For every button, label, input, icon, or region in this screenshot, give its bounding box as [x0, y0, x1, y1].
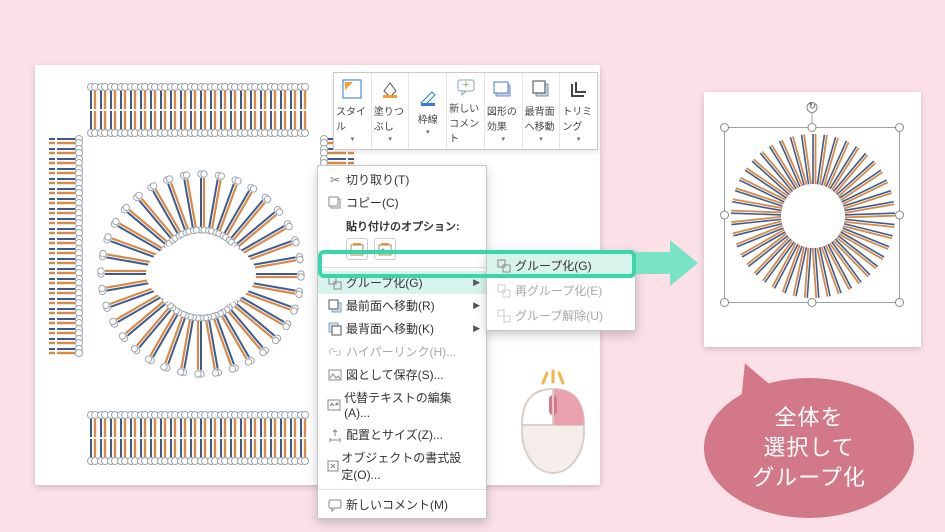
- menu-label: 新しいコメント(M): [346, 496, 448, 513]
- ribbon-send-back[interactable]: 最背面へ移動 ▾: [523, 73, 561, 149]
- ribbon-style[interactable]: スタイル ▾: [334, 73, 372, 149]
- menu-bring-front[interactable]: 最前面へ移動(R) ▶: [318, 294, 486, 317]
- comment-icon: [324, 498, 346, 512]
- menu-label: ハイパーリンク(H)...: [346, 343, 456, 360]
- svg-text:+: +: [462, 79, 468, 91]
- context-menu: ✂ 切り取り(T) コピー(C) 貼り付けのオプション: グループ化(G) ▶ …: [317, 165, 487, 519]
- submenu-group[interactable]: グループ化(G): [487, 253, 635, 278]
- callout-bubble: 全体を 選択して グループ化: [680, 350, 930, 530]
- submenu-regroup: 再グループ化(E): [487, 278, 635, 303]
- menu-hyperlink: ハイパーリンク(H)...: [318, 340, 486, 363]
- regroup-icon: [493, 284, 515, 298]
- membrane-illustration: [49, 79, 354, 469]
- ribbon-effects[interactable]: 図形の効果 ▾: [485, 73, 523, 149]
- chevron-right-icon: ▶: [473, 300, 480, 311]
- link-icon: [324, 345, 346, 359]
- copy-icon: [324, 196, 346, 210]
- bring-front-icon: [324, 299, 346, 313]
- group-icon: [493, 259, 515, 273]
- ribbon-label: トリミング: [562, 103, 595, 133]
- menu-label: 最前面へ移動(R): [346, 297, 435, 314]
- paste-option-source[interactable]: [346, 238, 368, 260]
- menu-cut[interactable]: ✂ 切り取り(T): [318, 168, 486, 191]
- menu-label: 切り取り(T): [346, 171, 409, 188]
- ribbon-label: 図形の効果: [487, 103, 520, 133]
- ribbon-fill[interactable]: 塗りつぶし ▾: [372, 73, 410, 149]
- alt-text-icon: [324, 398, 344, 412]
- group-icon: [324, 276, 346, 290]
- menu-size-position[interactable]: 配置とサイズ(Z)...: [318, 423, 486, 446]
- send-back-icon: [324, 322, 346, 336]
- menu-label: グループ化(G): [346, 274, 423, 291]
- ribbon-trimming[interactable]: トリミング ▾: [560, 73, 597, 149]
- picture-icon: [324, 368, 346, 382]
- menu-label: コピー(C): [346, 194, 399, 211]
- ribbon-label: 枠線: [418, 111, 438, 126]
- menu-label: 図として保存(S)...: [346, 366, 444, 383]
- ribbon-label: 新しいコメント: [449, 100, 482, 145]
- chevron-right-icon: ▶: [473, 323, 480, 334]
- paste-options-header: 貼り付けのオプション:: [318, 214, 486, 236]
- radial-burst-illustration: [725, 128, 901, 304]
- menu-group[interactable]: グループ化(G) ▶: [318, 271, 486, 294]
- menu-save-as-picture[interactable]: 図として保存(S)...: [318, 363, 486, 386]
- ribbon-outline[interactable]: 枠線 ▾: [409, 73, 447, 149]
- menu-new-comment[interactable]: 新しいコメント(M): [318, 493, 486, 516]
- menu-label: オブジェクトの書式設定(O)...: [341, 449, 466, 483]
- menu-format-object[interactable]: オブジェクトの書式設定(O)...: [318, 446, 486, 486]
- scissors-icon: ✂: [324, 173, 346, 187]
- rotation-handle[interactable]: [807, 102, 818, 113]
- selection-box[interactable]: [724, 127, 900, 303]
- mouse-illustration: [513, 365, 593, 475]
- submenu-ungroup: グループ解除(U): [487, 303, 635, 328]
- ribbon-label: 最背面へ移動: [525, 103, 558, 133]
- ribbon-new-comment[interactable]: + 新しいコメント: [447, 73, 485, 149]
- menu-label: 再グループ化(E): [515, 282, 602, 299]
- size-icon: [324, 428, 346, 442]
- menu-label: 配置とサイズ(Z)...: [346, 426, 443, 443]
- menu-label: グループ化(G): [515, 257, 592, 274]
- callout-text: 全体を 選択して グループ化: [752, 403, 866, 492]
- menu-alt-text[interactable]: 代替テキストの編集(A)...: [318, 386, 486, 423]
- ribbon-label: 塗りつぶし: [374, 103, 407, 133]
- group-submenu: グループ化(G) 再グループ化(E) グループ解除(U): [486, 250, 636, 331]
- menu-copy[interactable]: コピー(C): [318, 191, 486, 214]
- ribbon-label: スタイル: [336, 103, 369, 133]
- format-icon: [324, 459, 341, 473]
- ungroup-icon: [493, 309, 515, 323]
- paste-options-row: [318, 236, 486, 264]
- menu-send-back[interactable]: 最背面へ移動(K) ▶: [318, 317, 486, 340]
- right-result-panel: [704, 92, 921, 347]
- menu-label: 最背面へ移動(K): [346, 320, 434, 337]
- menu-label: グループ解除(U): [515, 307, 603, 324]
- arrow-right-icon: [632, 236, 702, 290]
- menu-label: 代替テキストの編集(A)...: [344, 389, 466, 420]
- paste-option-picture[interactable]: [374, 238, 396, 260]
- chevron-right-icon: ▶: [473, 277, 480, 288]
- shape-format-ribbon: スタイル ▾ 塗りつぶし ▾ 枠線 ▾ + 新しいコメント 図形の効果 ▾ 最背…: [333, 72, 598, 150]
